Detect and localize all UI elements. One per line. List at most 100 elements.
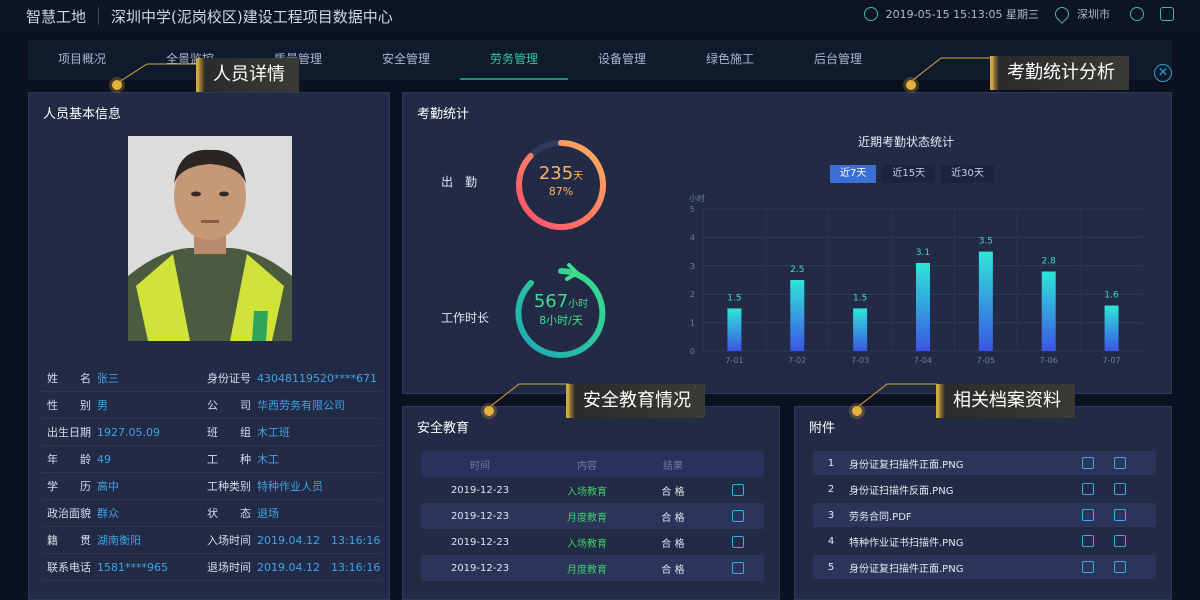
- range-tab-1[interactable]: 近15天: [882, 165, 936, 183]
- view-doc-icon[interactable]: [711, 562, 764, 574]
- tab-4[interactable]: 劳务管理: [460, 40, 568, 80]
- bar: [727, 308, 742, 351]
- callout-person-detail: 人员详情: [196, 58, 299, 92]
- info-value: 群众: [97, 507, 119, 520]
- view-file-icon[interactable]: [1082, 535, 1094, 547]
- table-row: 2019-12-23 月度教育 合 格: [421, 503, 764, 529]
- info-value: 湖南衡阳: [97, 534, 141, 547]
- city-label: 深圳市: [1077, 8, 1110, 21]
- info-row: 性 别男 公 司华西劳务有限公司: [41, 392, 381, 419]
- attendance-panel: 考勤统计 出 勤 235天 87% 工作时长 567小时 8小时/天 近期考勤状…: [402, 92, 1172, 394]
- x-tick-label: 7-05: [977, 356, 995, 365]
- info-label: 工种类别: [207, 480, 251, 493]
- row-content: 月度教育: [567, 564, 607, 576]
- work-value-group: 567小时 8小时/天: [511, 291, 611, 328]
- download-icon[interactable]: [1114, 483, 1126, 495]
- info-value: 1927.05.09: [97, 425, 160, 439]
- safety-table-header: 时间 内容 结果: [421, 451, 764, 477]
- table-row: 2019-12-23 入场教育 合 格: [421, 477, 764, 503]
- attendance-panel-title: 考勤统计: [417, 107, 470, 122]
- attachment-name: 身份证扫描件反面.PNG: [849, 485, 954, 497]
- info-value: 2019.04.12 13:16:16: [257, 561, 381, 574]
- tab-6[interactable]: 绿色施工: [676, 40, 784, 80]
- project-title: 深圳中学(泥岗校区)建设工程项目数据中心: [111, 7, 393, 26]
- info-label: 工 种: [207, 453, 251, 466]
- download-icon[interactable]: [1114, 535, 1126, 547]
- column-header: 结果: [663, 460, 683, 472]
- attend-unit: 天: [573, 171, 584, 182]
- info-value: 退场: [257, 507, 279, 520]
- info-row: 学 历高中 工种类别 特种作业人员: [41, 473, 381, 500]
- x-tick-label: 7-02: [788, 356, 806, 365]
- header-status: 2019-05-15 15:13:05 星期三 深圳市: [863, 4, 1174, 24]
- user-icon[interactable]: [1130, 7, 1144, 21]
- info-label: 状 态: [207, 507, 251, 520]
- row-date: 2019-12-23: [450, 562, 510, 574]
- work-label: 工作时长: [441, 311, 490, 325]
- info-label: 公 司: [207, 399, 251, 412]
- attachment-number: 5: [827, 561, 835, 573]
- column-header: 时间: [470, 460, 490, 472]
- range-tabs: 近7天 近15天 近30天: [830, 165, 994, 183]
- view-doc-icon[interactable]: [711, 510, 764, 522]
- download-icon[interactable]: [1114, 457, 1126, 469]
- info-value: 特种作业人员: [257, 480, 323, 493]
- bar: [978, 251, 993, 351]
- y-tick-label: 3: [690, 262, 695, 271]
- table-row: 2019-12-23 入场教育 合 格: [421, 529, 764, 555]
- y-tick-label: 0: [690, 347, 695, 356]
- bar-value-label: 2.5: [790, 265, 804, 275]
- info-value: 43048119520****671: [257, 371, 377, 385]
- view-file-icon[interactable]: [1082, 509, 1094, 521]
- bar: [916, 262, 930, 351]
- info-label: 性 别: [47, 399, 91, 412]
- row-result: 合 格: [661, 486, 685, 498]
- y-tick-label: 5: [690, 205, 695, 214]
- info-label: 联系电话: [47, 561, 91, 574]
- tab-5[interactable]: 设备管理: [568, 40, 676, 80]
- attend-label: 出 勤: [441, 175, 478, 189]
- attend-value-group: 235天 87%: [511, 163, 611, 198]
- y-tick-label: 4: [690, 233, 695, 242]
- view-file-icon[interactable]: [1082, 483, 1094, 495]
- close-icon[interactable]: ✕: [1154, 64, 1172, 82]
- x-tick-label: 7-06: [1040, 356, 1058, 365]
- info-value: 张三: [97, 372, 119, 385]
- top-header: 智慧工地 深圳中学(泥岗校区)建设工程项目数据中心 2019-05-15 15:…: [0, 0, 1200, 32]
- x-tick-label: 7-01: [725, 356, 743, 365]
- attachment-row: 5 身份证复扫描件正面.PNG: [813, 555, 1156, 579]
- info-value: 1581****965: [97, 560, 168, 574]
- info-label: 学 历: [47, 480, 91, 493]
- view-file-icon[interactable]: [1082, 561, 1094, 573]
- callout-line-attendance: [912, 57, 991, 81]
- download-icon[interactable]: [1114, 509, 1126, 521]
- view-doc-icon[interactable]: [711, 484, 764, 496]
- range-tab-0[interactable]: 近7天: [830, 165, 877, 183]
- x-tick-label: 7-03: [851, 356, 869, 365]
- fullscreen-icon[interactable]: [1160, 7, 1174, 21]
- y-tick-label: 1: [690, 319, 695, 328]
- bar-value-label: 2.8: [1042, 256, 1057, 266]
- callout-line-person: [118, 63, 197, 83]
- person-info-table: 姓 名张三 身份证号 43048119520****671 性 别男 公 司华西劳务有限…: [41, 365, 381, 581]
- bar-value-label: 1.5: [727, 293, 741, 303]
- download-icon[interactable]: [1114, 561, 1126, 573]
- attachment-number: 3: [827, 509, 835, 521]
- x-tick-label: 7-07: [1102, 356, 1120, 365]
- tab-7[interactable]: 后台管理: [784, 40, 892, 80]
- datetime-label: 2019-05-15 15:13:05 星期三: [885, 8, 1039, 21]
- info-row: 政治面貌 群众 状 态退场: [41, 500, 381, 527]
- view-file-icon[interactable]: [1082, 457, 1094, 469]
- attachment-name: 身份证复扫描件正面.PNG: [849, 459, 964, 471]
- bar: [1041, 271, 1056, 351]
- info-row: 籍 贯湖南衡阳 入场时间 2019.04.12 13:16:16: [41, 527, 381, 554]
- header-divider: [98, 7, 100, 25]
- view-doc-icon[interactable]: [711, 536, 764, 548]
- y-tick-label: 2: [690, 290, 695, 299]
- range-tab-2[interactable]: 近30天: [941, 165, 994, 183]
- chart-title: 近期考勤状态统计: [858, 135, 955, 149]
- row-content: 月度教育: [567, 512, 607, 524]
- attachment-name: 劳务合同.PDF: [849, 511, 912, 523]
- person-photo: [128, 136, 292, 341]
- tab-3[interactable]: 安全管理: [352, 40, 460, 80]
